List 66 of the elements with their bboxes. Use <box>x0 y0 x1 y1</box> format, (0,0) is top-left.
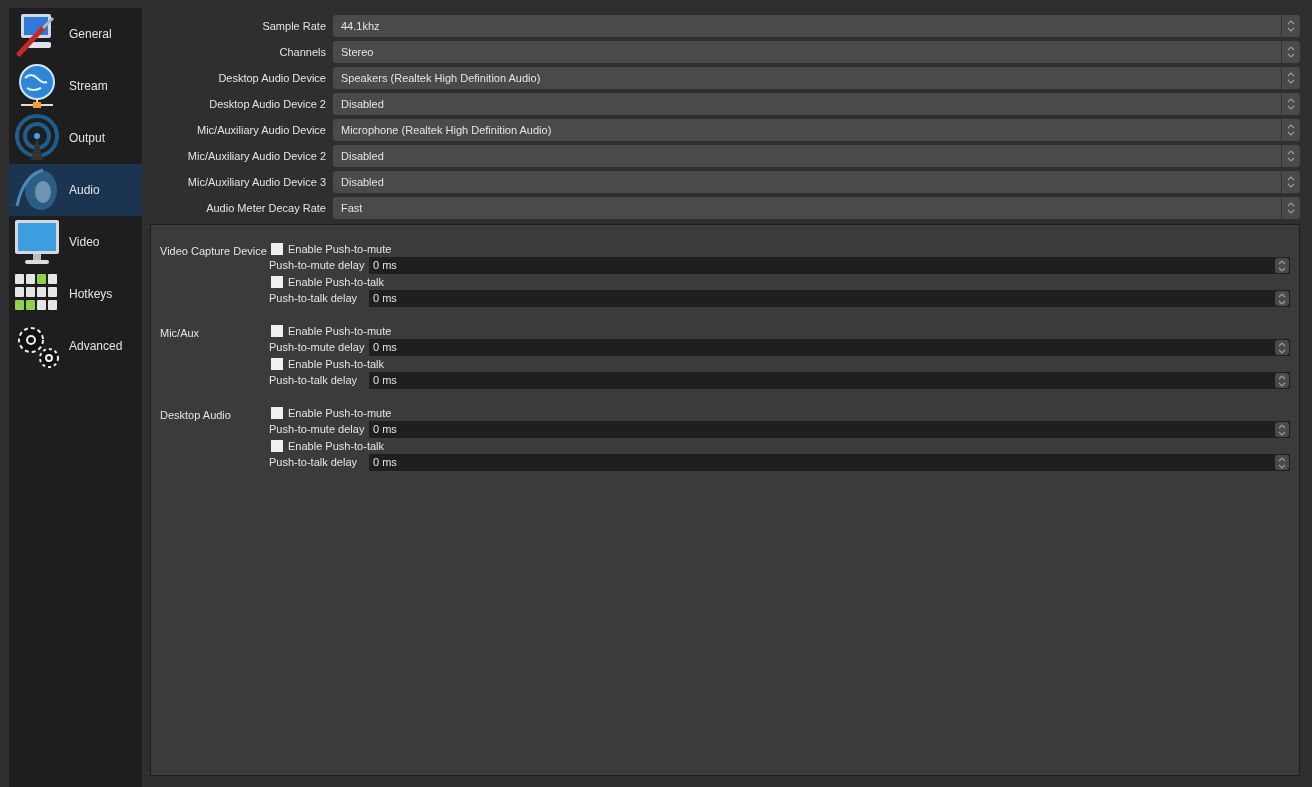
spin-box[interactable]: 0 ms <box>369 372 1290 389</box>
up-down-arrows-icon <box>1277 373 1287 388</box>
spin-box[interactable]: 0 ms <box>369 257 1290 274</box>
antenna-signal-icon <box>13 114 61 162</box>
checkbox-option[interactable]: Enable Push-to-talk <box>269 274 1290 290</box>
checkbox[interactable] <box>271 440 283 452</box>
delay-label: Push-to-mute delay <box>269 340 366 356</box>
sidebar-item[interactable]: Stream <box>9 60 142 112</box>
up-down-arrows-icon <box>1286 201 1296 215</box>
sidebar-item[interactable]: Audio <box>9 164 142 216</box>
up-down-arrows-icon <box>1277 422 1287 437</box>
dropdown[interactable]: 44.1khz <box>333 15 1300 37</box>
up-down-arrows-icon <box>1286 97 1296 111</box>
setting-label: Mic/Auxiliary Audio Device 2 <box>186 148 326 164</box>
up-down-arrows-icon <box>1277 455 1287 470</box>
sidebar-item[interactable]: Output <box>9 112 142 164</box>
up-down-arrows-icon <box>1286 123 1296 137</box>
dropdown[interactable]: Disabled <box>333 93 1300 115</box>
monitor-icon <box>13 218 61 266</box>
dropdown[interactable]: Stereo <box>333 41 1300 63</box>
dropdown[interactable]: Microphone (Realtek High Definition Audio) <box>333 119 1300 141</box>
source-label: Desktop Audio <box>160 408 232 423</box>
checkbox-option[interactable]: Enable Push-to-mute <box>269 405 1290 421</box>
spin-box[interactable]: 0 ms <box>369 339 1290 356</box>
up-down-arrows-icon <box>1286 175 1296 189</box>
checkbox-option[interactable]: Enable Push-to-talk <box>269 356 1290 372</box>
source-label: Video Capture Device <box>160 244 268 259</box>
delay-label: Push-to-talk delay <box>269 455 359 471</box>
checkbox[interactable] <box>271 276 283 288</box>
sidebar-item[interactable]: Video <box>9 216 142 268</box>
up-down-arrows-icon <box>1286 149 1296 163</box>
up-down-arrows-icon <box>1286 19 1296 33</box>
checkbox[interactable] <box>271 243 283 255</box>
sidebar-item[interactable]: Hotkeys <box>9 268 142 320</box>
up-down-arrows-icon <box>1277 258 1287 273</box>
checkbox-option[interactable]: Enable Push-to-mute <box>269 241 1290 257</box>
up-down-arrows-icon <box>1277 291 1287 306</box>
setting-label: Sample Rate <box>261 18 326 34</box>
dropdown[interactable]: Fast <box>333 197 1300 219</box>
source-label: Mic/Aux <box>160 326 201 341</box>
setting-label: Desktop Audio Device 2 <box>208 96 326 112</box>
up-down-arrows-icon <box>1277 340 1287 355</box>
checkbox[interactable] <box>271 407 283 419</box>
setting-label: Audio Meter Decay Rate <box>205 200 326 216</box>
dropdown[interactable]: Disabled <box>333 145 1300 167</box>
spin-box[interactable]: 0 ms <box>369 290 1290 307</box>
checkbox-option[interactable]: Enable Push-to-talk <box>269 438 1290 454</box>
sidebar-item[interactable]: General <box>9 8 142 60</box>
setting-label: Mic/Auxiliary Audio Device <box>196 122 326 138</box>
sidebar-item[interactable]: Advanced <box>9 320 142 372</box>
spin-box[interactable]: 0 ms <box>369 454 1290 471</box>
dropdown[interactable]: Disabled <box>333 171 1300 193</box>
setting-label: Channels <box>278 44 326 60</box>
checkbox[interactable] <box>271 358 283 370</box>
up-down-arrows-icon <box>1286 71 1296 85</box>
setting-label: Mic/Auxiliary Audio Device 3 <box>186 174 326 190</box>
checkbox-option[interactable]: Enable Push-to-mute <box>269 323 1290 339</box>
checkbox[interactable] <box>271 325 283 337</box>
spin-box[interactable]: 0 ms <box>369 421 1290 438</box>
delay-label: Push-to-mute delay <box>269 422 366 438</box>
up-down-arrows-icon <box>1286 45 1296 59</box>
delay-label: Push-to-mute delay <box>269 258 366 274</box>
dropdown[interactable]: Speakers (Realtek High Definition Audio) <box>333 67 1300 89</box>
delay-label: Push-to-talk delay <box>269 373 359 389</box>
setting-label: Desktop Audio Device <box>217 70 326 86</box>
delay-label: Push-to-talk delay <box>269 291 359 307</box>
